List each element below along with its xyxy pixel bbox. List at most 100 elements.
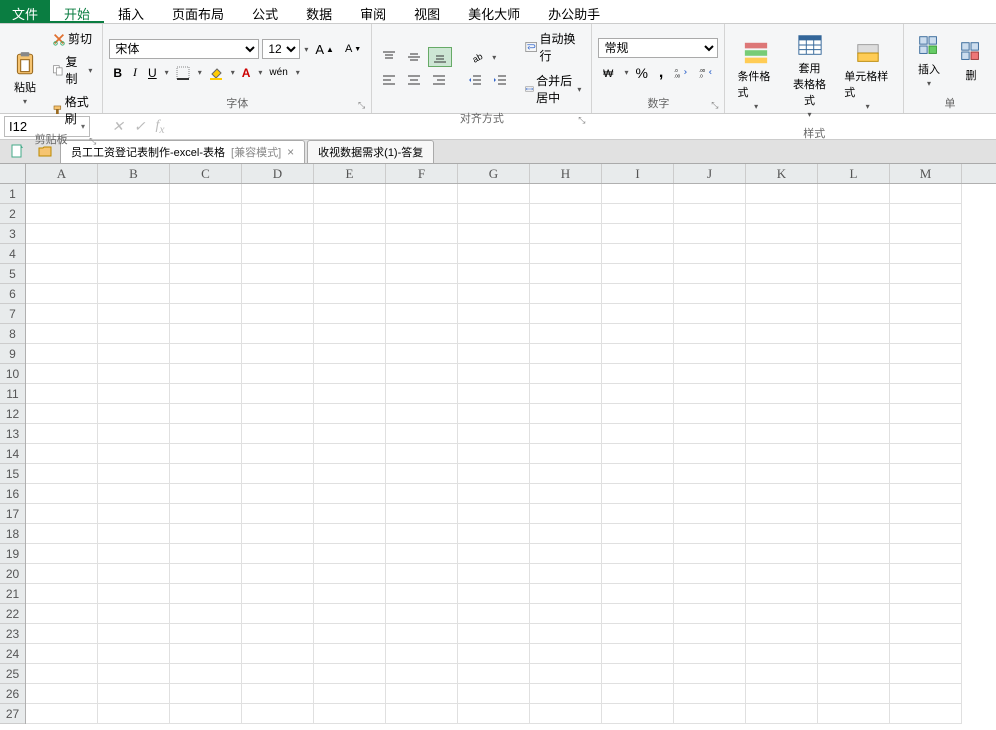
row-header[interactable]: 20 — [0, 564, 25, 584]
cell[interactable] — [170, 304, 242, 324]
cell[interactable] — [530, 284, 602, 304]
cell[interactable] — [26, 524, 98, 544]
cell[interactable] — [170, 184, 242, 204]
cut-button[interactable]: 剪切 — [48, 28, 96, 49]
cell[interactable] — [818, 624, 890, 644]
cell[interactable] — [170, 404, 242, 424]
cell[interactable] — [170, 344, 242, 364]
row-header[interactable]: 24 — [0, 644, 25, 664]
cell[interactable] — [746, 664, 818, 684]
cell[interactable] — [242, 464, 314, 484]
cell[interactable] — [674, 284, 746, 304]
cell[interactable] — [818, 664, 890, 684]
cell[interactable] — [170, 664, 242, 684]
close-tab-icon[interactable]: × — [287, 145, 294, 159]
cell[interactable] — [890, 684, 962, 704]
cell[interactable] — [818, 644, 890, 664]
menu-file[interactable]: 文件 — [0, 0, 50, 23]
font-launcher[interactable]: ⤡ — [358, 100, 365, 111]
cell[interactable] — [746, 624, 818, 644]
cell[interactable] — [98, 544, 170, 564]
cell[interactable] — [602, 184, 674, 204]
cell[interactable] — [602, 204, 674, 224]
cell[interactable] — [530, 664, 602, 684]
cell[interactable] — [242, 444, 314, 464]
cell[interactable] — [746, 284, 818, 304]
cell[interactable] — [674, 204, 746, 224]
cell[interactable] — [602, 524, 674, 544]
cell[interactable] — [746, 364, 818, 384]
cell[interactable] — [746, 344, 818, 364]
cell[interactable] — [602, 704, 674, 724]
doc-tab-2[interactable]: 收视数据需求(1)-答复 — [307, 140, 434, 163]
cell[interactable] — [386, 564, 458, 584]
cell[interactable] — [26, 664, 98, 684]
row-header[interactable]: 27 — [0, 704, 25, 724]
cell[interactable] — [890, 644, 962, 664]
cell[interactable] — [458, 624, 530, 644]
col-header[interactable]: I — [602, 164, 674, 183]
cell[interactable] — [26, 504, 98, 524]
cell[interactable] — [818, 544, 890, 564]
cell[interactable] — [458, 604, 530, 624]
align-center-button[interactable] — [403, 71, 425, 89]
cell[interactable] — [170, 284, 242, 304]
cell[interactable] — [26, 324, 98, 344]
cell[interactable] — [242, 344, 314, 364]
cell[interactable] — [746, 704, 818, 724]
cell[interactable] — [26, 204, 98, 224]
cell[interactable] — [98, 404, 170, 424]
cell[interactable] — [386, 484, 458, 504]
cell[interactable] — [458, 504, 530, 524]
fx-icon[interactable]: fx — [155, 118, 164, 136]
cell[interactable] — [386, 604, 458, 624]
cell[interactable] — [674, 464, 746, 484]
cell[interactable] — [314, 604, 386, 624]
cell[interactable] — [170, 264, 242, 284]
cell[interactable] — [818, 344, 890, 364]
cell[interactable] — [242, 264, 314, 284]
cell[interactable] — [98, 204, 170, 224]
cell[interactable] — [314, 464, 386, 484]
cell[interactable] — [890, 244, 962, 264]
cell[interactable] — [458, 404, 530, 424]
cell[interactable] — [890, 504, 962, 524]
cell[interactable] — [674, 244, 746, 264]
cell[interactable] — [26, 404, 98, 424]
row-header[interactable]: 19 — [0, 544, 25, 564]
cell[interactable] — [602, 424, 674, 444]
cell[interactable] — [890, 464, 962, 484]
comma-button[interactable]: , — [655, 62, 667, 84]
cell[interactable] — [458, 284, 530, 304]
cell[interactable] — [530, 424, 602, 444]
cell[interactable] — [746, 204, 818, 224]
cell[interactable] — [170, 504, 242, 524]
cell[interactable] — [890, 204, 962, 224]
cell[interactable] — [242, 284, 314, 304]
cell[interactable] — [602, 684, 674, 704]
format-painter-button[interactable]: 格式刷 — [48, 91, 96, 129]
cell[interactable] — [386, 524, 458, 544]
orientation-button[interactable]: ab — [466, 48, 488, 66]
cell[interactable] — [170, 364, 242, 384]
font-size-combo[interactable]: 12 — [262, 39, 300, 59]
cell[interactable] — [458, 644, 530, 664]
cell[interactable] — [818, 224, 890, 244]
number-format-combo[interactable]: 常规 — [598, 38, 718, 58]
cell[interactable] — [458, 584, 530, 604]
col-header[interactable]: F — [386, 164, 458, 183]
cell-styles-button[interactable]: 单元格样式▾ — [838, 36, 897, 115]
cell[interactable] — [746, 584, 818, 604]
cell[interactable] — [98, 604, 170, 624]
cell[interactable] — [98, 484, 170, 504]
col-header[interactable]: B — [98, 164, 170, 183]
cell[interactable] — [98, 384, 170, 404]
cell[interactable] — [746, 524, 818, 544]
row-header[interactable]: 7 — [0, 304, 25, 324]
row-header[interactable]: 18 — [0, 524, 25, 544]
cell[interactable] — [170, 564, 242, 584]
cell[interactable] — [674, 644, 746, 664]
cell[interactable] — [386, 364, 458, 384]
cell[interactable] — [530, 384, 602, 404]
cell[interactable] — [386, 344, 458, 364]
